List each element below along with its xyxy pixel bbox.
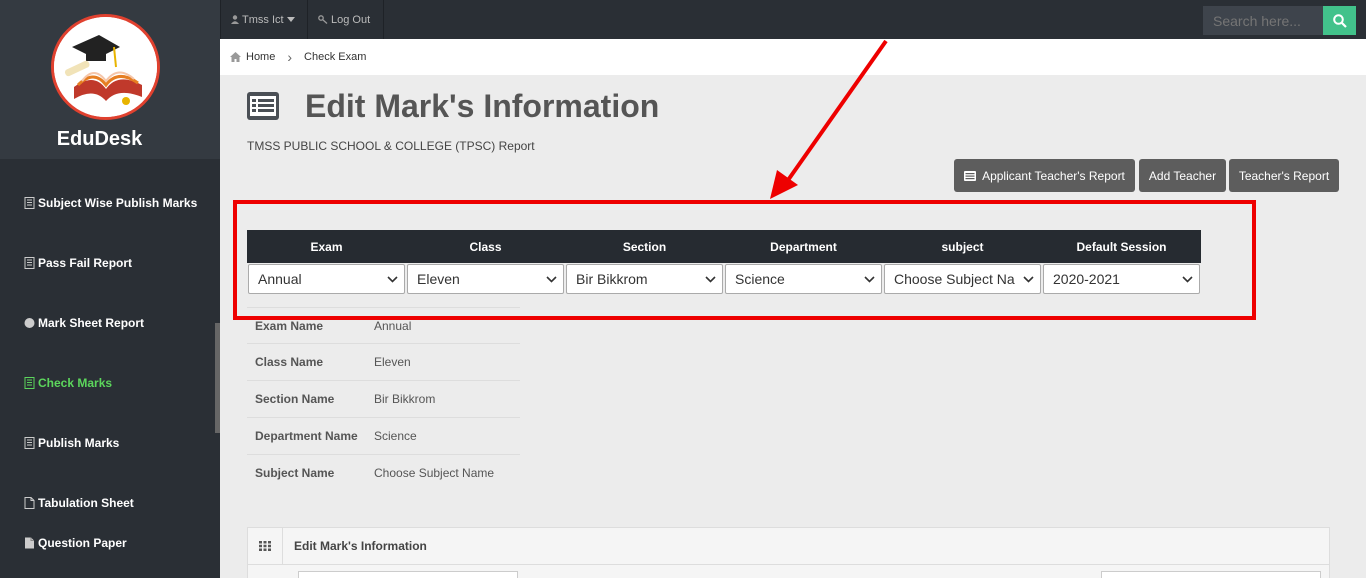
logout-button[interactable]: Log Out	[308, 0, 384, 39]
sidebar-item-label: Tabulation Sheet	[38, 496, 134, 510]
table-row: Class Name Eleven	[247, 343, 520, 380]
sidebar-item-pass-fail-report[interactable]: Pass Fail Report	[24, 256, 132, 270]
applicant-teacher-report-label: Applicant Teacher's Report	[982, 168, 1125, 183]
sidebar-scrollbar-thumb[interactable]	[215, 323, 220, 433]
top-navbar: Tmss Ict Log Out	[220, 0, 1366, 39]
brand-area: EduDesk	[0, 0, 220, 159]
highlight-box	[233, 200, 1256, 320]
chevron-right-icon: ›	[287, 49, 293, 65]
search-button[interactable]	[1323, 6, 1356, 35]
key-icon	[318, 15, 328, 24]
sidebar-item-mark-sheet-report[interactable]: Mark Sheet Report	[24, 316, 144, 330]
selection-info-table: Exam Name Annual Class Name Eleven Section…	[247, 307, 520, 491]
list-icon	[964, 170, 977, 181]
teacher-report-label: Teacher's Report	[1238, 168, 1330, 183]
search-input[interactable]	[1203, 6, 1323, 35]
document-icon	[24, 257, 35, 269]
breadcrumb-current: Check Exam	[304, 51, 367, 63]
sidebar-item-label: Check Marks	[38, 376, 113, 390]
sidebar-item-label: Mark Sheet Report	[38, 316, 145, 330]
list-icon	[247, 92, 279, 120]
teacher-report-button[interactable]: Teacher's Report	[1229, 159, 1339, 192]
file-icon	[25, 537, 34, 549]
caret-down-icon	[286, 17, 295, 22]
add-teacher-button[interactable]: Add Teacher	[1139, 159, 1226, 192]
sidebar-item-check-marks[interactable]: Check Marks	[24, 376, 112, 390]
sidebar-item-question-paper[interactable]: Question Paper	[24, 536, 127, 550]
document-icon	[24, 377, 35, 389]
breadcrumb-home-link[interactable]: Home	[246, 51, 275, 63]
table-length-select[interactable]	[298, 571, 518, 578]
document-icon	[24, 197, 35, 209]
sidebar-item-label: Subject Wise Publish Marks	[38, 196, 198, 210]
sidebar-item-label: Question Paper	[38, 536, 127, 550]
panel-header: Edit Mark's Information	[248, 527, 1329, 565]
page-title: Edit Mark's Information	[305, 88, 660, 124]
sidebar-item-publish-marks[interactable]: Publish Marks	[24, 436, 119, 450]
user-name: Tmss Ict	[242, 13, 284, 26]
sidebar-item-subject-wise-publish-marks[interactable]: Subject Wise Publish Marks	[24, 196, 197, 210]
add-teacher-label: Add Teacher	[1148, 168, 1217, 183]
grid-icon	[248, 527, 283, 565]
school-logo[interactable]	[51, 14, 160, 120]
table-row: Exam Name Annual	[247, 307, 520, 343]
logout-label: Log Out	[331, 13, 371, 26]
sidebar-item-label: Pass Fail Report	[38, 256, 133, 270]
sidebar-item-label: Publish Marks	[38, 436, 120, 450]
circle-icon	[24, 318, 35, 328]
sidebar-item-tabulation-sheet[interactable]: Tabulation Sheet	[24, 496, 134, 510]
file-icon	[24, 497, 35, 509]
edit-marks-panel: Edit Mark's Information	[247, 527, 1330, 578]
app-name: EduDesk	[56, 128, 143, 150]
breadcrumb: Home › Check Exam	[220, 39, 1366, 75]
table-search-input[interactable]	[1101, 571, 1321, 578]
panel-title: Edit Mark's Information	[294, 539, 427, 553]
home-icon	[230, 52, 241, 62]
document-icon	[24, 437, 35, 449]
search-icon	[1332, 13, 1347, 28]
user-icon	[231, 15, 239, 24]
table-row: Department Name Science	[247, 417, 520, 454]
applicant-teacher-report-button[interactable]: Applicant Teacher's Report	[954, 159, 1135, 192]
table-row: Section Name Bir Bikkrom	[247, 380, 520, 417]
user-menu-button[interactable]: Tmss Ict	[220, 0, 308, 39]
sidebar: EduDesk Subject Wise Publish Marks Pass …	[0, 0, 220, 578]
table-row: Subject Name Choose Subject Name	[247, 454, 520, 491]
school-report-text: TMSS PUBLIC SCHOOL & COLLEGE (TPSC) Repo…	[247, 139, 535, 153]
